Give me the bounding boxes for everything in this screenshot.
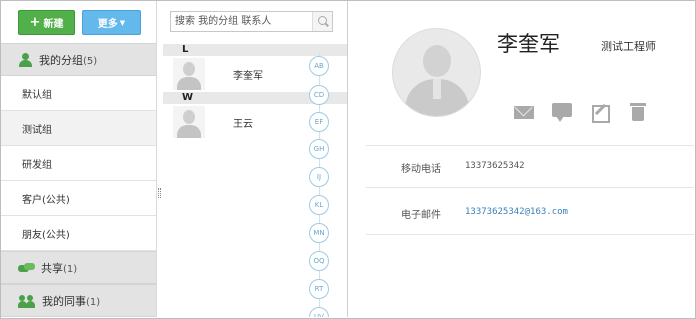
group-item-label: 测试组 [22, 124, 52, 136]
alpha-gh[interactable]: GH [309, 139, 329, 159]
contact-item[interactable]: 王云 [163, 104, 303, 140]
contact-name: 王云 [233, 118, 253, 130]
toolbar: + 新建 更多 ▼ [1, 1, 156, 43]
group-item-label: 朋友(公共) [22, 229, 70, 241]
colleagues-header[interactable]: 我的同事(1) [1, 284, 156, 317]
colleagues-label: 我的同事(1) [42, 294, 101, 308]
group-item-label: 客户(公共) [22, 194, 70, 206]
alpha-ef[interactable]: EF [309, 112, 329, 132]
divider [366, 187, 694, 188]
avatar [173, 58, 205, 90]
group-sidebar: + 新建 更多 ▼ 我的分组(5) 默认组 测试组 研发组 客户(公共) 朋友(… [1, 1, 157, 317]
my-groups-header[interactable]: 我的分组(5) [1, 43, 156, 76]
letter-header: L [163, 44, 347, 56]
shared-header[interactable]: 共享(1) [1, 251, 156, 284]
contact-list: L 李奎军 W 王云 AB CD EF GH IJ KL MN OQ RT UV [163, 1, 348, 317]
group-item-dev[interactable]: 研发组 [1, 146, 156, 181]
group-item-test[interactable]: 测试组 [1, 111, 156, 146]
alpha-oq[interactable]: OQ [309, 251, 329, 271]
email-label: 电子邮件 [401, 210, 441, 221]
edit-icon[interactable] [590, 102, 610, 123]
people-icon [18, 294, 36, 308]
avatar [392, 28, 481, 117]
plus-icon: + [29, 15, 41, 30]
alpha-ab[interactable]: AB [309, 56, 329, 76]
panel-splitter[interactable] [158, 188, 161, 198]
phone-label: 移动电话 [401, 164, 441, 175]
alpha-kl[interactable]: KL [309, 195, 329, 215]
more-button[interactable]: 更多 ▼ [82, 10, 141, 35]
new-button[interactable]: + 新建 [18, 10, 75, 35]
contact-detail-name: 李奎军 [497, 32, 560, 56]
search-input[interactable] [171, 12, 311, 31]
alpha-rt[interactable]: RT [309, 279, 329, 299]
contact-actions [514, 102, 648, 123]
search-box [170, 11, 333, 32]
chat-icon[interactable] [552, 102, 572, 122]
person-icon [18, 52, 33, 67]
group-item-label: 研发组 [22, 159, 52, 171]
email-link[interactable]: 13373625342@163.com [465, 207, 568, 217]
mail-icon[interactable] [514, 102, 534, 122]
group-item-default[interactable]: 默认组 [1, 76, 156, 111]
contact-detail: 李奎军 测试工程师 移动电话 13373625342 电子邮件 13373625… [349, 1, 694, 317]
alpha-uv[interactable]: UV [309, 307, 329, 317]
alpha-cd[interactable]: CD [309, 85, 329, 105]
my-groups-label: 我的分组(5) [39, 53, 98, 67]
avatar [173, 106, 205, 138]
shared-label: 共享(1) [41, 261, 78, 275]
caret-down-icon: ▼ [119, 18, 126, 27]
new-button-label: 新建 [43, 19, 64, 30]
group-item-friends[interactable]: 朋友(公共) [1, 216, 156, 251]
group-item-customers[interactable]: 客户(公共) [1, 181, 156, 216]
alpha-mn[interactable]: MN [309, 223, 329, 243]
phone-value: 13373625342 [465, 161, 525, 171]
handshake-icon [18, 262, 35, 274]
contact-name: 李奎军 [233, 70, 263, 82]
alpha-ij[interactable]: IJ [309, 167, 329, 187]
divider [366, 234, 694, 235]
search-icon[interactable] [312, 12, 332, 31]
contact-item[interactable]: 李奎军 [163, 56, 303, 92]
trash-icon[interactable] [628, 102, 648, 122]
group-item-label: 默认组 [22, 89, 52, 101]
contact-detail-title: 测试工程师 [601, 40, 656, 53]
more-button-label: 更多 [97, 19, 118, 30]
divider [366, 145, 694, 146]
